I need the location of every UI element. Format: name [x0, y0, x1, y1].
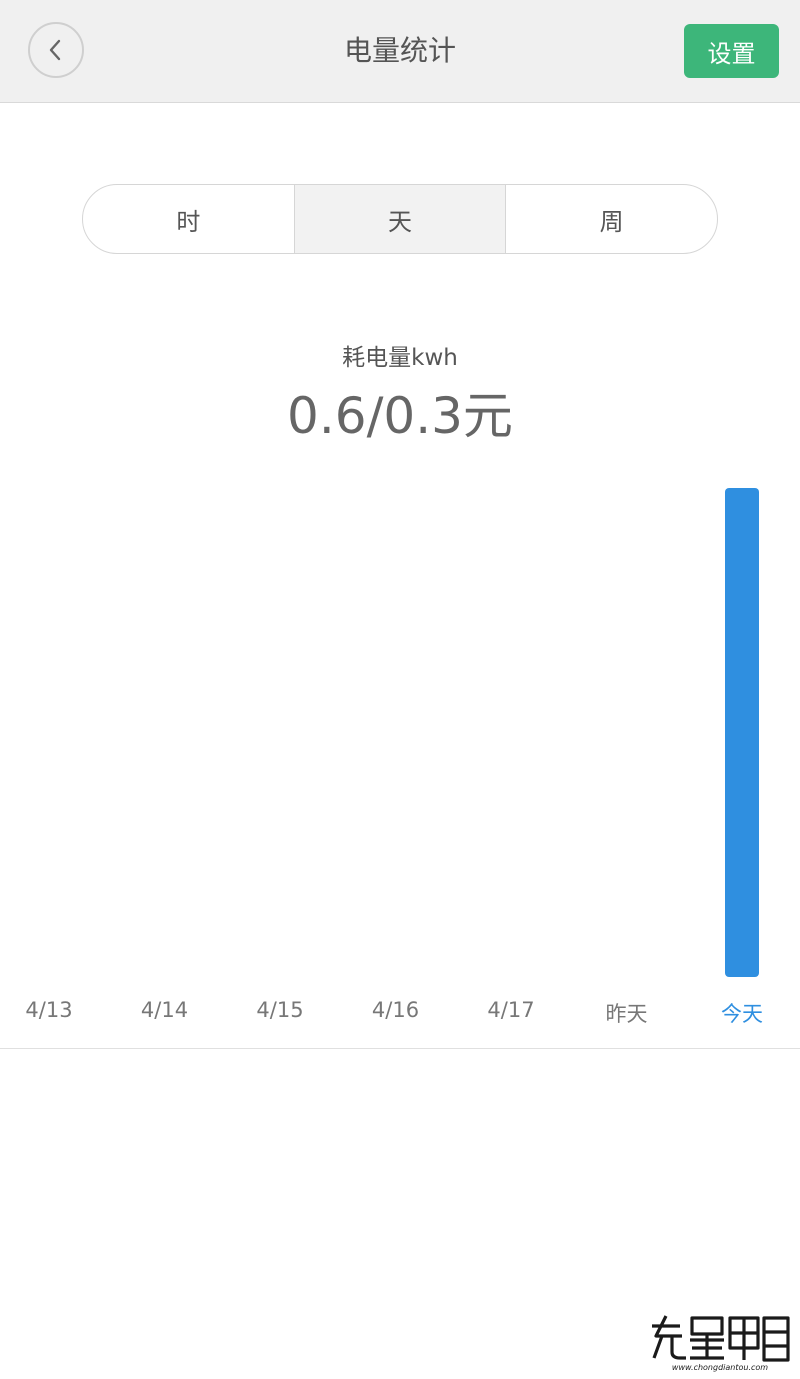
x-label-5[interactable]: 4/17: [461, 998, 561, 1022]
tab-day[interactable]: 天: [293, 185, 506, 253]
period-selector: 时 天 周: [82, 184, 718, 254]
svg-text:www.chongdiantou.com: www.chongdiantou.com: [672, 1363, 768, 1372]
watermark-logo: www.chongdiantou.com: [649, 1313, 793, 1372]
consumption-chart: 4/13 4/14 4/15 4/16 4/17 昨天 今天: [0, 470, 800, 1050]
chart-bars: [725, 488, 759, 977]
x-label-4[interactable]: 4/16: [346, 998, 446, 1022]
x-label-6[interactable]: 昨天: [577, 998, 677, 1028]
x-label-1[interactable]: 4/13: [0, 998, 99, 1022]
chevron-left-icon: [49, 39, 61, 61]
settings-button[interactable]: 设置: [684, 24, 779, 78]
tab-hour[interactable]: 时: [83, 185, 294, 253]
back-button[interactable]: [28, 22, 84, 78]
consumption-value: 0.6/0.3元: [287, 387, 513, 445]
bar-7[interactable]: [725, 488, 759, 977]
x-label-2[interactable]: 4/14: [115, 998, 215, 1022]
page-title: 电量统计: [343, 34, 456, 67]
consumption-label: 耗电量kwh: [342, 345, 458, 371]
x-label-3[interactable]: 4/15: [230, 998, 330, 1022]
tab-week[interactable]: 周: [505, 185, 717, 253]
x-label-7[interactable]: 今天: [692, 998, 792, 1028]
chart-divider: [0, 1048, 800, 1049]
top-bar: 电量统计 设置: [0, 0, 800, 103]
